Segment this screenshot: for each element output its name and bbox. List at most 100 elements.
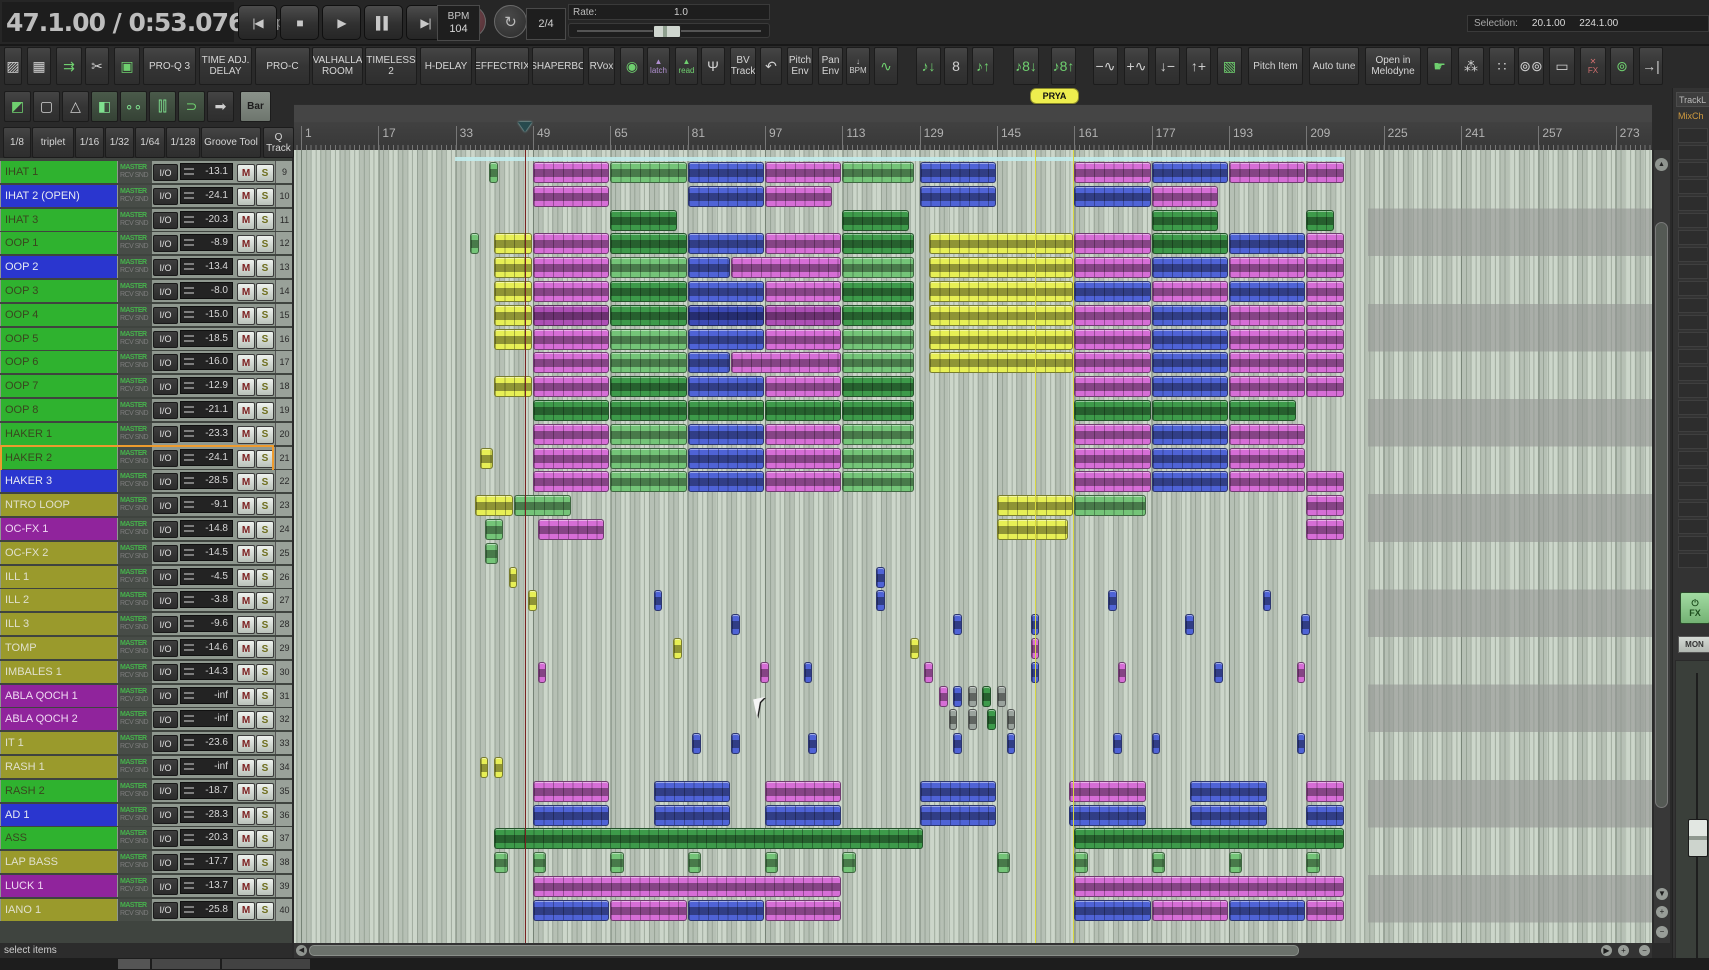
media-item[interactable] <box>1306 233 1344 255</box>
volume-fader[interactable]: -20.3 <box>180 210 233 228</box>
volume-fader[interactable]: -8.0 <box>180 282 233 299</box>
track-row-oop-5[interactable]: OOP 5 MASTER RCV SND I/O -18.5 M S 16 <box>0 327 292 350</box>
media-item[interactable] <box>764 376 842 398</box>
ripple-loop-icon[interactable]: ⊃ <box>178 91 205 122</box>
track-row-haker-3[interactable]: HAKER 3 MASTER RCV SND I/O -28.5 M S 22 <box>0 470 292 493</box>
track-row-oop-8[interactable]: OOP 8 MASTER RCV SND I/O -21.1 M S 19 <box>0 399 292 421</box>
solo-button[interactable]: S <box>256 330 274 349</box>
media-item[interactable] <box>919 162 996 183</box>
volume-fader[interactable]: -23.3 <box>180 424 233 442</box>
media-item[interactable] <box>610 352 687 374</box>
media-item[interactable] <box>764 328 842 350</box>
plugin-timeless-2-button[interactable]: TIMELESS 2 <box>365 47 417 85</box>
mute-button[interactable]: M <box>237 164 255 182</box>
track-name[interactable]: HAKER 2 <box>1 446 117 469</box>
q-track-button[interactable]: Q Track <box>263 127 294 158</box>
loop-region-end-line[interactable] <box>1073 150 1074 943</box>
io-button[interactable]: I/O <box>153 901 178 919</box>
dock-list-cell[interactable] <box>1678 162 1708 177</box>
zoom-out-wave-icon[interactable]: −∿ <box>1093 47 1118 85</box>
media-item[interactable] <box>470 233 479 255</box>
media-item[interactable] <box>1228 899 1306 921</box>
track-row-rash-1[interactable]: RASH 1 MASTER RCV SND I/O -inf M S 34 <box>0 756 292 778</box>
solo-button[interactable]: S <box>256 378 274 397</box>
volume-fader[interactable]: -13.1 <box>180 163 233 180</box>
io-button[interactable]: I/O <box>153 616 178 634</box>
media-item[interactable] <box>842 233 914 255</box>
io-button[interactable]: I/O <box>153 164 178 181</box>
save-icon[interactable]: ◩ <box>4 91 31 122</box>
undo-wave-icon[interactable]: ↶ <box>760 47 782 85</box>
time-signature-box[interactable]: 2/4 <box>526 8 566 40</box>
track-row-ill-2[interactable]: ILL 2 MASTER RCV SND I/O -3.8 M S 27 <box>0 589 292 612</box>
edit-cursor-flag-icon[interactable] <box>518 122 532 132</box>
solo-button[interactable]: S <box>256 663 274 682</box>
solo-button[interactable]: S <box>256 306 274 325</box>
mute-button[interactable]: M <box>237 544 255 563</box>
media-item[interactable] <box>610 209 677 231</box>
media-item[interactable] <box>687 423 764 445</box>
media-item[interactable] <box>924 661 934 683</box>
media-item[interactable] <box>494 828 924 850</box>
volume-fader[interactable]: -8.9 <box>180 234 233 252</box>
marker-lane[interactable] <box>294 104 1652 123</box>
media-item[interactable] <box>610 281 687 302</box>
media-item[interactable] <box>764 852 779 874</box>
auto-tune-button[interactable]: Auto tune <box>1309 47 1359 85</box>
media-item[interactable] <box>919 804 996 826</box>
io-button[interactable]: I/O <box>153 497 178 515</box>
media-item[interactable] <box>1306 162 1344 183</box>
pan-env-button[interactable]: Pan Env <box>818 47 843 85</box>
io-button[interactable]: I/O <box>153 663 178 681</box>
solo-button[interactable]: S <box>256 402 274 420</box>
solo-button[interactable]: S <box>256 425 274 444</box>
media-item[interactable] <box>764 162 842 183</box>
media-item[interactable] <box>1306 304 1344 326</box>
media-item[interactable] <box>1228 852 1243 874</box>
horizontal-zoom-in-button[interactable]: + <box>1618 945 1629 956</box>
dock-list-cell[interactable] <box>1678 315 1708 330</box>
media-item[interactable] <box>1151 352 1228 374</box>
media-item[interactable] <box>842 852 856 874</box>
media-item[interactable] <box>532 780 610 802</box>
grid-dots-icon[interactable]: ⫿⫿ <box>149 91 176 122</box>
track-name[interactable]: HAKER 3 <box>1 470 117 493</box>
solo-button[interactable]: S <box>256 830 274 849</box>
media-item[interactable] <box>1228 162 1306 183</box>
track-name[interactable]: ASS <box>1 827 117 850</box>
media-item[interactable] <box>1151 471 1228 493</box>
media-item[interactable] <box>948 709 958 731</box>
track-row-imbales-1[interactable]: IMBALES 1 MASTER RCV SND I/O -14.3 M S 30 <box>0 660 292 683</box>
media-item[interactable] <box>764 780 842 802</box>
track-name[interactable]: OOP 1 <box>1 232 117 255</box>
track-row-haker-1[interactable]: HAKER 1 MASTER RCV SND I/O -23.3 M S 20 <box>0 422 292 445</box>
vertical-zoom-out-button[interactable]: − <box>1656 926 1668 938</box>
solo-button[interactable]: S <box>256 283 274 301</box>
plugin-shaperbo-button[interactable]: SHAPERBO <box>532 47 584 85</box>
media-item[interactable] <box>967 709 977 731</box>
volume-down-icon[interactable]: ↓− <box>1155 47 1180 85</box>
media-item[interactable] <box>876 566 885 588</box>
media-item[interactable] <box>1112 733 1122 755</box>
solo-button[interactable]: S <box>256 759 274 777</box>
volume-fader[interactable]: -25.8 <box>180 900 233 918</box>
volume-fader[interactable]: -inf <box>180 710 233 728</box>
track-name[interactable]: TOMP <box>1 637 117 659</box>
media-item[interactable] <box>803 661 813 683</box>
media-item[interactable] <box>474 495 513 517</box>
media-item[interactable] <box>1151 400 1228 421</box>
media-item[interactable] <box>953 685 963 707</box>
media-item[interactable] <box>996 685 1006 707</box>
note-octave-down-icon[interactable]: ♪8↓ <box>1013 47 1039 85</box>
mute-button[interactable]: M <box>237 449 255 468</box>
solo-button[interactable]: S <box>256 616 274 635</box>
grid-triplet-button[interactable]: triplet <box>32 127 74 158</box>
media-item[interactable] <box>929 233 1074 255</box>
media-item[interactable] <box>610 852 624 874</box>
media-item[interactable] <box>494 328 532 350</box>
media-item[interactable] <box>479 447 494 469</box>
media-item[interactable] <box>653 804 731 826</box>
mute-button[interactable]: M <box>237 425 255 444</box>
dock-list-cell[interactable] <box>1678 485 1708 500</box>
media-item[interactable] <box>508 566 518 588</box>
